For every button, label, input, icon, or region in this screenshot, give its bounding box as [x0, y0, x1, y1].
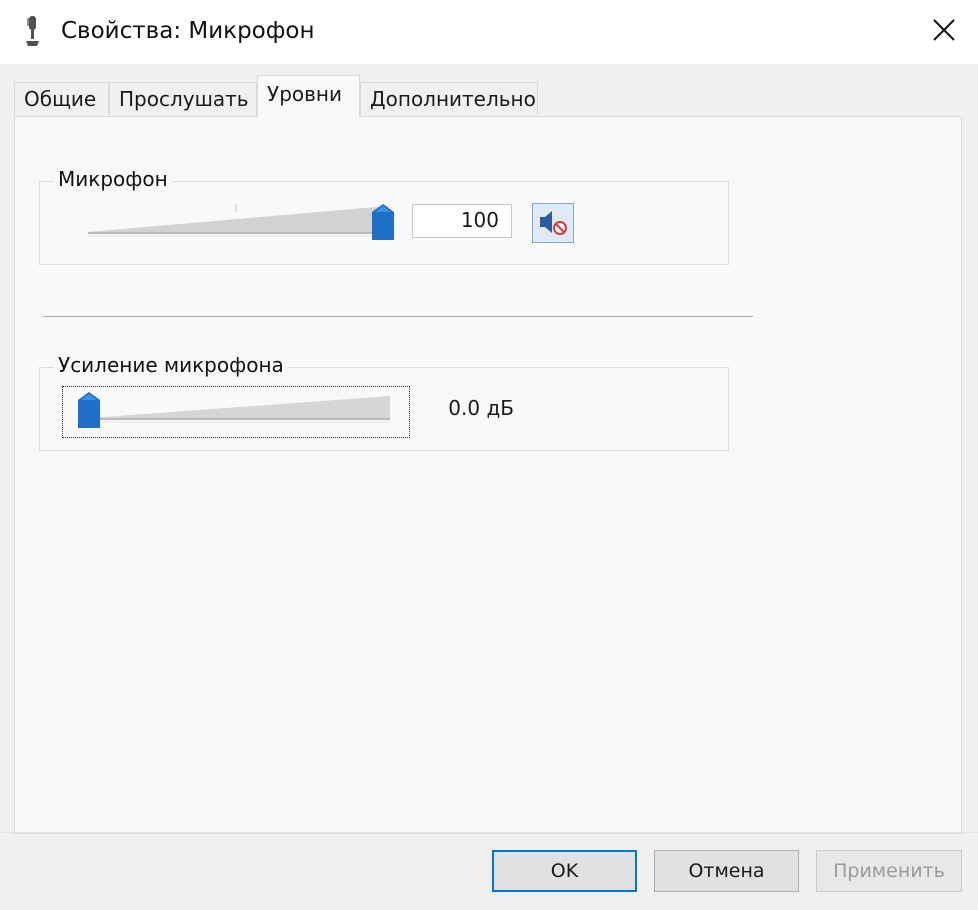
boost-slider[interactable] [78, 392, 100, 428]
apply-button[interactable]: Применить [816, 850, 962, 892]
window-title: Свойства: Микрофон [61, 18, 315, 44]
microphone-volume-slider[interactable] [372, 204, 394, 240]
microphone-level-wedge [88, 204, 388, 237]
close-icon [933, 19, 955, 41]
boost-value: 0.0 дБ [448, 396, 514, 420]
microphone-group: Микрофон 100 [39, 166, 729, 265]
tab-levels[interactable]: Уровни [257, 75, 360, 117]
tab-advanced[interactable]: Дополнительно [360, 82, 538, 115]
speaker-muted-icon [540, 211, 567, 235]
ok-button[interactable]: OK [492, 850, 637, 892]
title-bar: Свойства: Микрофон [0, 0, 978, 64]
boost-level-wedge [90, 396, 390, 423]
boost-group: Усиление микрофона 0.0 дБ [39, 352, 729, 451]
separator [43, 316, 753, 317]
microphone-icon [22, 14, 44, 48]
cancel-button[interactable]: Отмена [654, 850, 799, 892]
tab-listen[interactable]: Прослушать [109, 82, 257, 115]
tab-general[interactable]: Общие [14, 82, 109, 115]
levels-panel: Микрофон 100 Усиление микрофона 0.0 дБ [14, 116, 962, 834]
boost-group-label: Усиление микрофона [54, 352, 288, 378]
footer-divider [0, 832, 978, 833]
close-button[interactable] [924, 10, 964, 50]
slider-thumb-icon [78, 392, 100, 428]
slider-thumb-icon [372, 204, 394, 240]
microphone-volume-value[interactable]: 100 [412, 204, 512, 238]
mute-button[interactable] [532, 203, 574, 243]
microphone-group-label: Микрофон [54, 166, 172, 192]
